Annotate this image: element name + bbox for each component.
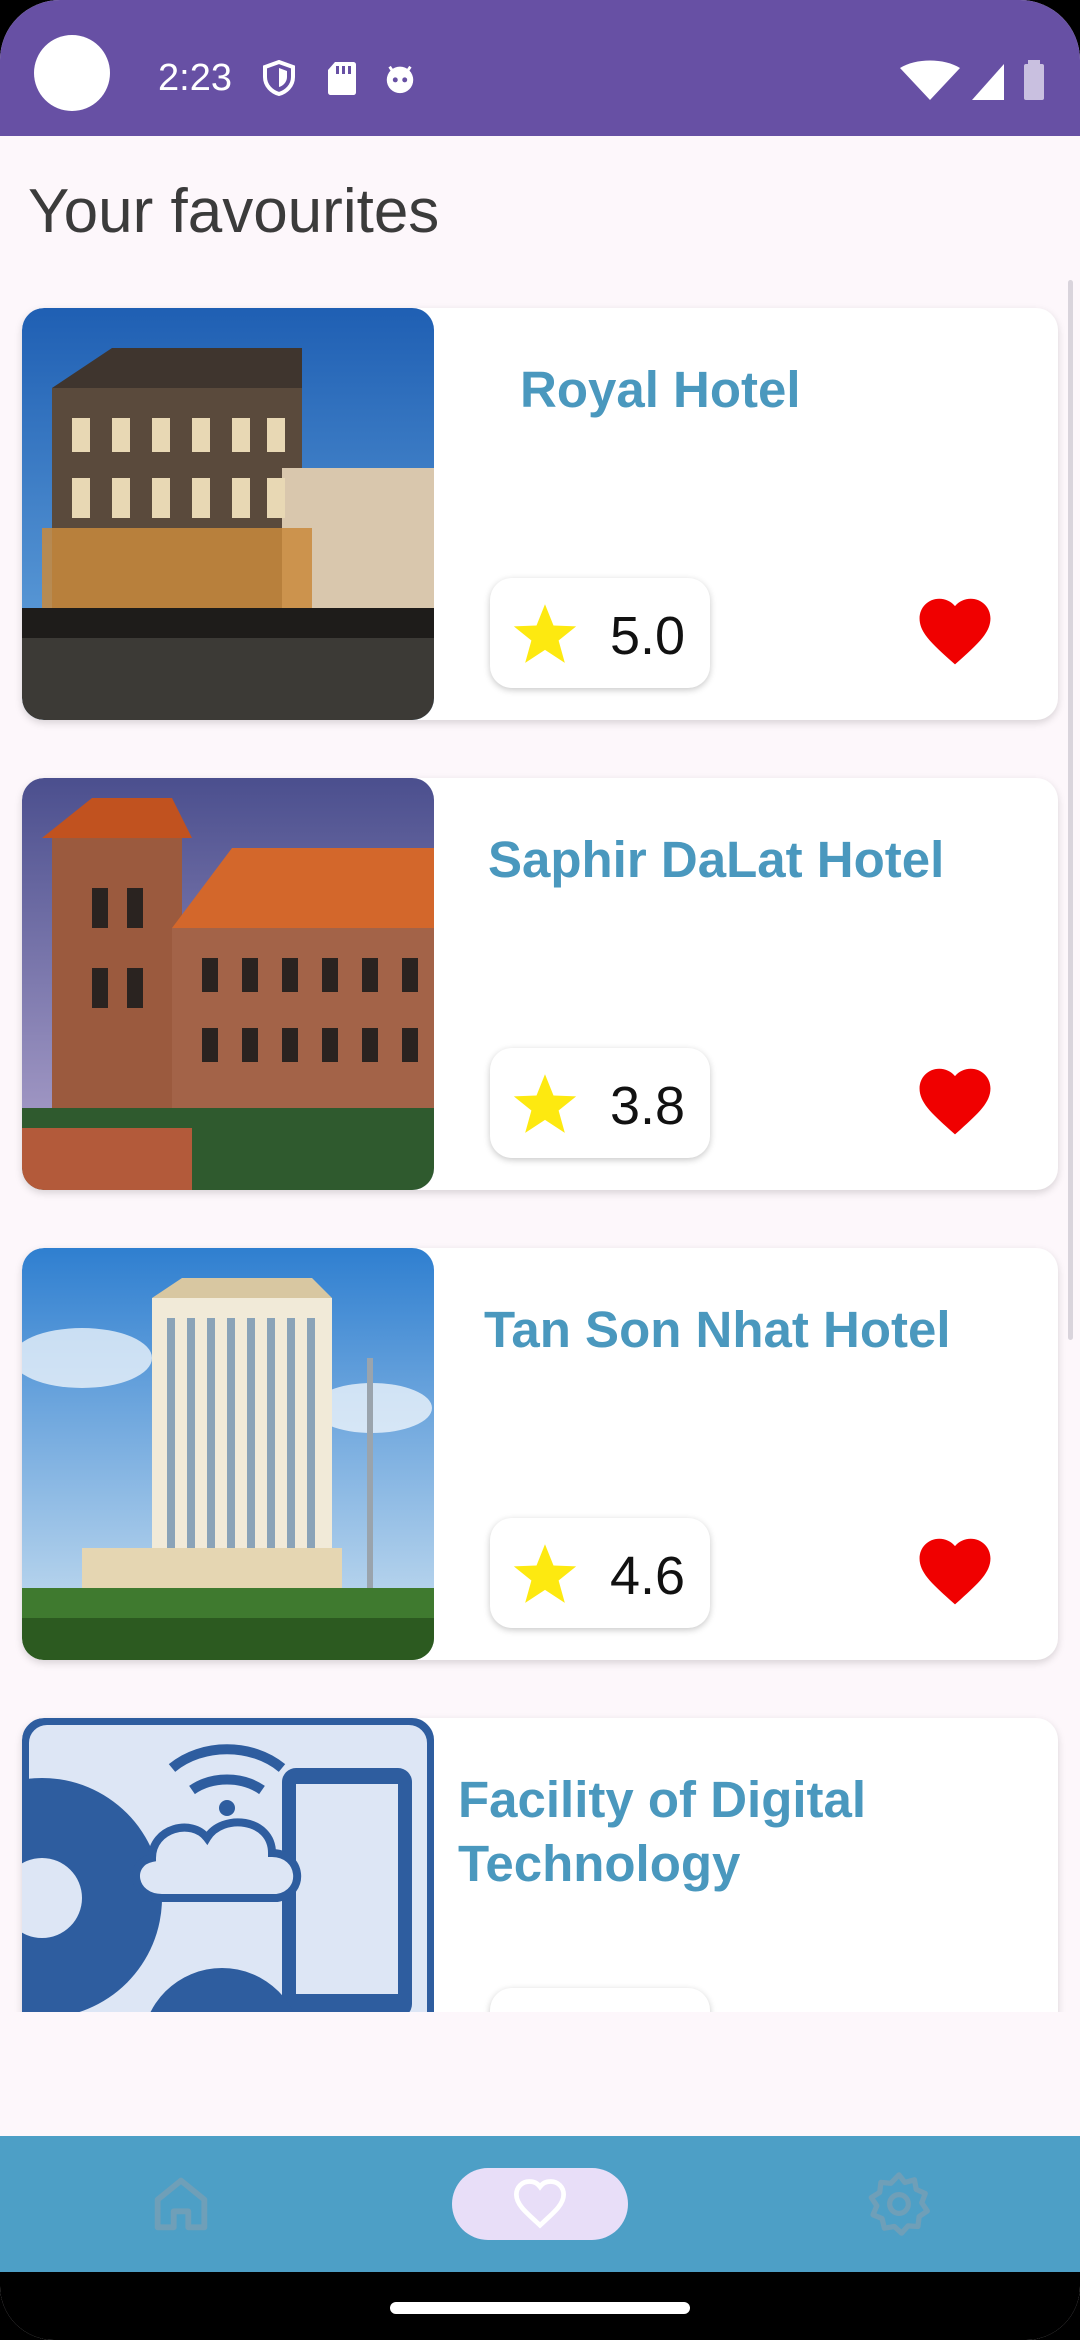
heart-icon[interactable] bbox=[918, 598, 992, 666]
bottom-navigation bbox=[0, 2136, 1080, 2272]
rating-badge bbox=[490, 1988, 710, 2012]
favourites-list[interactable]: Royal Hotel 5.0 Saphir DaLat Hotel 3.8 T… bbox=[0, 280, 1080, 2012]
heart-icon bbox=[513, 2179, 567, 2229]
nav-favourites-tab[interactable] bbox=[452, 2168, 628, 2240]
shield-icon bbox=[263, 60, 295, 96]
rating-value: 3.8 bbox=[610, 1076, 686, 1136]
android-face-icon bbox=[386, 65, 414, 94]
heart-icon[interactable] bbox=[918, 1068, 992, 1136]
status-bar: 2:23 bbox=[0, 0, 1080, 136]
rating-badge: 3.8 bbox=[490, 1048, 710, 1158]
hotel-card[interactable]: Royal Hotel 5.0 bbox=[22, 308, 1058, 720]
hotel-card[interactable]: Saphir DaLat Hotel 3.8 bbox=[22, 778, 1058, 1190]
battery-icon bbox=[1024, 60, 1044, 100]
rating-value: 4.6 bbox=[610, 1546, 686, 1606]
hotel-name: Royal Hotel bbox=[520, 361, 801, 418]
star-icon bbox=[513, 604, 577, 663]
gear-icon[interactable] bbox=[864, 2166, 934, 2242]
hotel-name: Facility of Digital Technology bbox=[458, 1771, 867, 1892]
hotel-image bbox=[22, 308, 434, 720]
star-icon bbox=[513, 1074, 577, 1133]
page-title: Your favourites bbox=[28, 177, 440, 246]
facility-logo-image bbox=[22, 1718, 434, 2012]
home-icon[interactable] bbox=[146, 2166, 216, 2242]
gesture-handle[interactable] bbox=[390, 2302, 690, 2314]
camera-cutout bbox=[34, 35, 110, 111]
hotel-image bbox=[22, 778, 434, 1190]
star-icon bbox=[513, 1544, 577, 1603]
rating-badge: 5.0 bbox=[490, 578, 710, 688]
hotel-name: Saphir DaLat Hotel bbox=[488, 831, 945, 888]
heart-icon[interactable] bbox=[918, 1538, 992, 1606]
status-time: 2:23 bbox=[158, 57, 232, 99]
hotel-name: Tan Son Nhat Hotel bbox=[484, 1301, 951, 1358]
phone-screen: 2:23 Your favourites Royal Hotel 5.0 Sap… bbox=[0, 0, 1080, 2340]
hotel-image bbox=[22, 1248, 434, 1660]
hotel-card[interactable]: Tan Son Nhat Hotel 4.6 bbox=[22, 1248, 1058, 1660]
list-scrollbar[interactable] bbox=[1068, 280, 1073, 1340]
rating-value: 5.0 bbox=[610, 606, 686, 666]
wifi-icon bbox=[900, 60, 960, 100]
signal-icon bbox=[972, 64, 1004, 100]
sd-card-icon bbox=[328, 62, 356, 95]
hotel-card[interactable]: Facility of Digital Technology bbox=[22, 1718, 1058, 2012]
list-bottom-spacer bbox=[0, 2012, 1080, 2136]
rating-badge: 4.6 bbox=[490, 1518, 710, 1628]
status-right-icons bbox=[900, 60, 1044, 100]
